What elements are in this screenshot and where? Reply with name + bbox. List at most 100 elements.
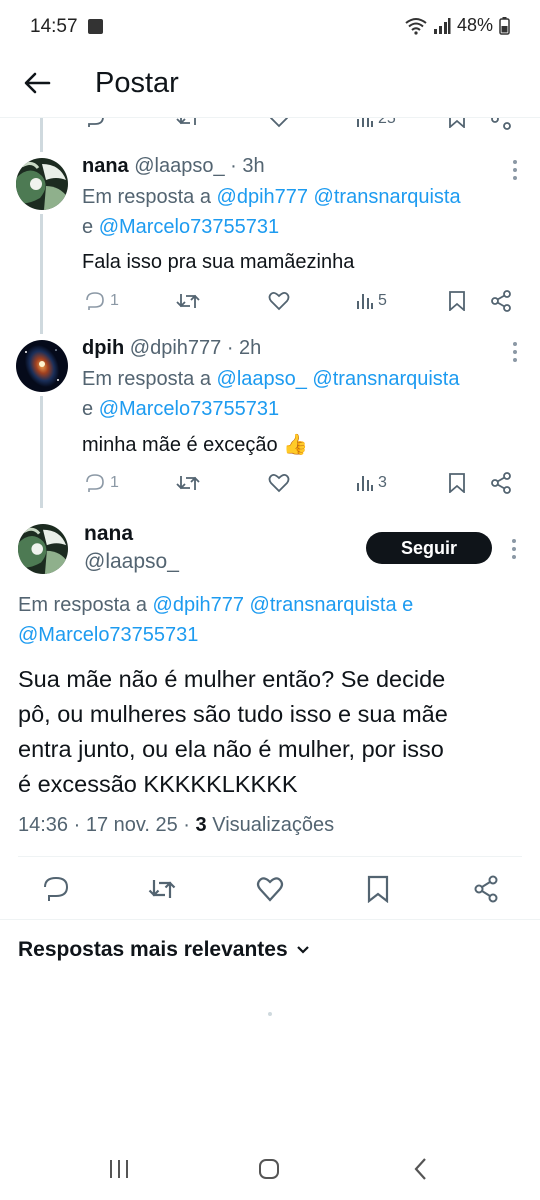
avatar-image	[18, 524, 68, 574]
more-icon[interactable]	[512, 159, 518, 181]
mention-links[interactable]: @dpih777 @transnarquista	[217, 186, 461, 208]
thread-line	[40, 132, 43, 152]
more-icon[interactable]	[511, 538, 517, 560]
home-icon[interactable]	[254, 1156, 284, 1182]
mention-links[interactable]: @dpih777 @transnarquista e	[153, 594, 414, 616]
reply-post[interactable]: nana @laapso_ · 3h Em resposta a @dpih77…	[0, 150, 540, 320]
loading-indicator	[268, 1012, 272, 1016]
follow-button[interactable]: Seguir	[366, 532, 492, 564]
reply-to-line: Em resposta a @dpih777 @transnarquista e	[18, 594, 413, 617]
reply-count: 1	[110, 474, 119, 491]
like-icon[interactable]	[268, 118, 290, 128]
divider	[18, 856, 522, 857]
author-handle-time: @laapso_ · 3h	[134, 155, 265, 177]
retweet-icon[interactable]	[148, 875, 176, 903]
views-icon	[357, 294, 373, 309]
back-nav-icon[interactable]	[406, 1156, 436, 1182]
like-icon[interactable]	[256, 875, 284, 903]
reply-prefix: Em resposta a	[18, 594, 147, 616]
like-icon[interactable]	[268, 291, 290, 311]
bookmark-icon[interactable]	[448, 291, 466, 311]
share-icon[interactable]	[472, 875, 500, 903]
share-icon[interactable]	[490, 290, 512, 312]
retweet-icon[interactable]	[176, 118, 200, 128]
back-arrow-icon[interactable]	[22, 68, 52, 98]
wifi-icon	[405, 17, 427, 35]
reply-count: 1	[110, 292, 119, 309]
reply-icon[interactable]	[42, 875, 70, 903]
views-count: 3	[195, 814, 207, 836]
views-count: 3	[378, 474, 387, 491]
reply-icon	[86, 474, 104, 492]
avatar-image	[16, 340, 68, 392]
reply-author[interactable]: dpih @dpih777 · 2h	[82, 337, 261, 360]
reply-text: minha mãe é exceção	[82, 434, 278, 456]
bookmark-icon[interactable]	[448, 118, 466, 128]
author-name: dpih	[82, 337, 125, 359]
post-meta: 14:36 · 17 nov. 25 · 3 Visualizações	[18, 814, 334, 837]
signal-icon	[433, 17, 451, 34]
share-icon[interactable]	[490, 472, 512, 494]
bookmark-icon[interactable]	[448, 473, 466, 493]
battery-icon	[499, 16, 510, 35]
reply-text-row: minha mãe é exceção 👍	[82, 432, 308, 457]
reply-text: Fala isso pra sua mamãezinha	[82, 251, 355, 273]
chevron-down-icon	[296, 946, 309, 954]
views-icon	[357, 476, 373, 491]
thumbs-up-emoji: 👍	[283, 434, 309, 456]
system-nav-bar	[0, 1140, 540, 1200]
status-bar: 14:57 48%	[0, 0, 540, 56]
status-time: 14:57	[30, 16, 78, 37]
reply-and: e	[82, 398, 94, 420]
author-handle-time: @dpih777 · 2h	[129, 337, 262, 359]
reply-author[interactable]: nana @laapso_ · 3h	[82, 155, 265, 178]
post-timestamp: 14:36 · 17 nov. 25 ·	[18, 814, 190, 836]
post-text-line: pô, ou mulheres são tudo isso e sua mãe	[18, 701, 448, 727]
share-icon[interactable]	[490, 118, 512, 130]
sort-replies-dropdown[interactable]: Respostas mais relevantes	[18, 938, 310, 962]
views-stat[interactable]: 25	[356, 118, 396, 128]
recent-apps-icon[interactable]	[104, 1156, 134, 1182]
avatar[interactable]	[18, 524, 68, 574]
battery-percent: 48%	[456, 15, 493, 35]
more-icon[interactable]	[512, 341, 518, 363]
retweet-icon[interactable]	[176, 473, 200, 493]
reply-to-line: Em resposta a @dpih777 @transnarquista	[82, 182, 461, 212]
sort-label: Respostas mais relevantes	[18, 938, 288, 961]
post-text-line: entra junto, ou ela não é mulher, por is…	[18, 736, 444, 762]
reply-prefix: Em resposta a	[82, 368, 211, 390]
reply-icon	[86, 292, 104, 310]
reply-to-line: Em resposta a @laapso_ @transnarquista	[82, 364, 459, 394]
author-handle[interactable]: @laapso_	[84, 550, 179, 574]
status-right: 48%	[405, 15, 510, 36]
views-label[interactable]: Visualizações	[212, 814, 334, 836]
mention-link[interactable]: @Marcelo73755731	[99, 398, 279, 420]
like-icon[interactable]	[268, 473, 290, 493]
avatar[interactable]	[16, 340, 68, 392]
mention-link[interactable]: @Marcelo73755731	[99, 216, 279, 238]
reply-post[interactable]: dpih @dpih777 · 2h Em resposta a @laapso…	[0, 332, 540, 502]
bookmark-icon[interactable]	[364, 875, 392, 903]
page-title: Postar	[95, 67, 179, 99]
reply-and: e	[82, 216, 94, 238]
mention-links[interactable]: @laapso_ @transnarquista	[217, 368, 460, 390]
previous-post-actions-clipped: 25	[0, 118, 540, 132]
retweet-icon[interactable]	[176, 291, 200, 311]
avatar[interactable]	[16, 158, 68, 210]
reply-prefix: Em resposta a	[82, 186, 211, 208]
views-count: 5	[378, 292, 387, 309]
notification-icon	[88, 19, 103, 34]
mention-link[interactable]: @Marcelo73755731	[18, 624, 198, 646]
app-header: Postar	[0, 56, 540, 118]
post-text-line: Sua mãe não é mulher então? Se decide	[18, 666, 446, 692]
reply-to-line-2: @Marcelo73755731	[18, 624, 198, 647]
views-count: 25	[378, 118, 396, 127]
views-stat[interactable]: 3	[356, 474, 387, 492]
reply-action[interactable]: 1	[84, 473, 119, 493]
reply-icon[interactable]	[84, 118, 106, 128]
views-stat[interactable]: 5	[356, 292, 387, 310]
reply-action[interactable]: 1	[84, 291, 119, 311]
views-icon	[357, 118, 373, 127]
author-name[interactable]: nana	[84, 522, 133, 546]
divider	[0, 919, 540, 920]
